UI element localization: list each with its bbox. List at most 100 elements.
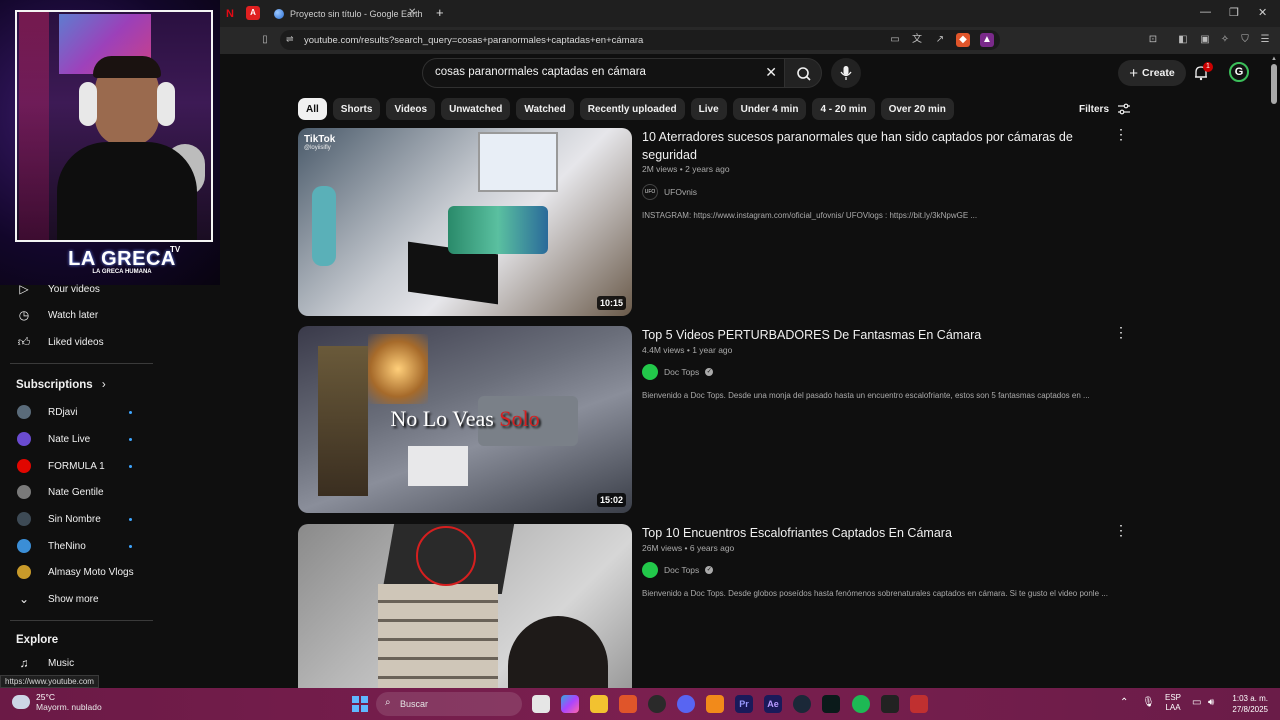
- close-window-icon[interactable]: ✕: [1258, 6, 1267, 19]
- video-thumbnail[interactable]: [298, 524, 632, 688]
- discord-icon[interactable]: [677, 695, 695, 713]
- bookmark-icon[interactable]: ▯: [258, 33, 272, 47]
- taskbar-search[interactable]: ⌕ Buscar: [376, 692, 522, 716]
- sidebar-item-liked-videos[interactable]: 👍︎ Liked videos: [16, 332, 104, 352]
- language-indicator[interactable]: ESP LAA: [1165, 693, 1181, 713]
- notifications-button[interactable]: 1: [1192, 62, 1213, 82]
- microphone-tray-icon[interactable]: 🎙︎: [1142, 697, 1155, 708]
- search-input[interactable]: cosas paranormales captadas en cámara ✕: [422, 58, 788, 88]
- file-manager-icon[interactable]: [532, 695, 550, 713]
- share-icon[interactable]: ↗: [933, 33, 947, 47]
- brave-browser-icon[interactable]: [619, 695, 637, 713]
- sidebar-subscription-item[interactable]: Nate Gentile: [16, 482, 104, 502]
- sidebar-subscription-item[interactable]: RDjavi: [16, 402, 77, 422]
- video-title[interactable]: Top 5 Videos PERTURBADORES De Fantasmas …: [642, 326, 1082, 344]
- more-actions-icon[interactable]: ⋮: [1114, 325, 1128, 339]
- sidebar-item-show-more[interactable]: ⌄ Show more: [16, 589, 99, 609]
- plus-icon: +: [1129, 64, 1139, 82]
- video-meta: 26M views • 6 years ago: [642, 543, 735, 553]
- video-title[interactable]: 10 Aterradores sucesos paranormales que …: [642, 128, 1082, 164]
- sidebar-divider: [10, 363, 153, 364]
- scrollbar-thumb[interactable]: [1271, 64, 1277, 104]
- sidebar-item-music[interactable]: ♫ Music: [16, 653, 75, 673]
- sidebar-subscription-item[interactable]: TheNino: [16, 536, 86, 556]
- copilot-icon[interactable]: [561, 695, 579, 713]
- voice-search-button[interactable]: [831, 58, 861, 88]
- sidebar-item-watch-later[interactable]: ◷ Watch later: [16, 305, 98, 325]
- cast-icon[interactable]: ▭: [888, 33, 902, 47]
- app-icon[interactable]: [706, 695, 724, 713]
- filter-chip[interactable]: Unwatched: [441, 98, 511, 120]
- filter-chip[interactable]: Recently uploaded: [579, 98, 685, 120]
- filter-chip[interactable]: All: [298, 98, 327, 120]
- clear-search-icon[interactable]: ✕: [765, 64, 777, 81]
- brave-shield-icon[interactable]: ◆: [956, 33, 970, 47]
- site-settings-icon[interactable]: ⇌: [286, 34, 294, 45]
- premiere-icon[interactable]: Pr: [735, 695, 753, 713]
- thumb-overlay-red: Solo: [499, 406, 540, 431]
- sidebar-item-your-videos[interactable]: ▷ Your videos: [16, 279, 100, 299]
- streamer-logo: LA GRECA TV LA GRECA HUMANA: [42, 245, 202, 275]
- capcut-icon[interactable]: [822, 695, 840, 713]
- sidebar-subscription-item[interactable]: FORMULA 1: [16, 456, 105, 476]
- windows-start-icon[interactable]: [352, 696, 368, 712]
- filter-chip[interactable]: Under 4 min: [732, 98, 807, 120]
- video-title[interactable]: Top 10 Encuentros Escalofriantes Captado…: [642, 524, 1082, 542]
- sidebar-subscription-item[interactable]: Nate Live: [16, 429, 90, 449]
- avatar[interactable]: G: [1229, 62, 1249, 82]
- page-scrollbar[interactable]: ▲: [1270, 56, 1278, 688]
- video-channel[interactable]: Doc Tops ✓: [642, 562, 714, 578]
- minimize-icon[interactable]: —: [1200, 6, 1211, 18]
- menu-icon[interactable]: ☰: [1258, 33, 1272, 47]
- search-button[interactable]: [784, 58, 822, 88]
- scrollbar-up-arrow[interactable]: ▲: [1270, 56, 1278, 62]
- wallet-icon[interactable]: ▣: [1198, 33, 1212, 47]
- leo-ai-icon[interactable]: ✧: [1218, 33, 1232, 47]
- sidebar-toggle-icon[interactable]: ◧: [1176, 33, 1190, 47]
- new-tab-button[interactable]: +: [436, 5, 444, 20]
- sidebar-subscription-item[interactable]: Almasy Moto Vlogs: [16, 562, 134, 582]
- more-actions-icon[interactable]: ⋮: [1114, 127, 1128, 141]
- sidebar-subscription-item[interactable]: Sin Nombre: [16, 509, 101, 529]
- show-hidden-icons[interactable]: ⌃: [1120, 697, 1128, 708]
- vpn-shield-icon[interactable]: ⛉: [1238, 33, 1252, 47]
- translate-icon[interactable]: 文: [910, 33, 924, 47]
- brave-rewards-icon[interactable]: ▲: [980, 33, 994, 47]
- clock[interactable]: 1:03 a. m. 27/8/2025: [1226, 693, 1268, 715]
- screenshot-icon[interactable]: ⊡: [1146, 33, 1160, 47]
- close-tab-icon[interactable]: ✕: [408, 7, 416, 18]
- subscription-name: FORMULA 1: [48, 460, 105, 472]
- spotify-icon[interactable]: [852, 695, 870, 713]
- app-tab-icon[interactable]: A: [246, 6, 260, 20]
- video-thumbnail[interactable]: No Lo Veas Solo 15:02: [298, 326, 632, 513]
- tab-google-earth[interactable]: Proyecto sin título - Google Earth: [274, 4, 423, 24]
- filter-chip[interactable]: Videos: [386, 98, 436, 120]
- steam-icon[interactable]: [793, 695, 811, 713]
- weather-widget[interactable]: 25°C Mayorm. nublado: [12, 692, 102, 712]
- video-channel[interactable]: Doc Tops ✓: [642, 364, 714, 380]
- netflix-tab-icon[interactable]: N: [226, 8, 236, 20]
- subscriptions-heading[interactable]: Subscriptions ›: [16, 379, 106, 391]
- thumb-lamp-glow: [368, 334, 428, 404]
- folder-icon[interactable]: [590, 695, 608, 713]
- filter-chip[interactable]: Shorts: [332, 98, 381, 120]
- obs-icon[interactable]: [881, 695, 899, 713]
- video-channel[interactable]: UFO UFOvnis: [642, 184, 697, 200]
- filter-chip[interactable]: Watched: [516, 98, 574, 120]
- more-actions-icon[interactable]: ⋮: [1114, 523, 1128, 537]
- create-button[interactable]: + Create: [1118, 60, 1186, 86]
- weather-desc: Mayorm. nublado: [36, 702, 102, 712]
- filter-chip[interactable]: Live: [690, 98, 727, 120]
- network-icon[interactable]: ▭: [1192, 697, 1201, 708]
- maximize-icon[interactable]: ❐: [1229, 6, 1239, 19]
- winrar-icon[interactable]: [910, 695, 928, 713]
- filter-chip[interactable]: 4 - 20 min: [812, 98, 875, 120]
- avatar-circle: [17, 565, 31, 579]
- filters-button[interactable]: Filters: [1079, 103, 1131, 115]
- volume-icon[interactable]: 🔊︎: [1208, 697, 1214, 708]
- video-thumbnail[interactable]: TikTok @loyiisifly 10:15: [298, 128, 632, 316]
- github-icon[interactable]: [648, 695, 666, 713]
- tiktok-watermark: TikTok @loyiisifly: [304, 134, 335, 151]
- after-effects-icon[interactable]: Ae: [764, 695, 782, 713]
- filter-chip[interactable]: Over 20 min: [880, 98, 954, 120]
